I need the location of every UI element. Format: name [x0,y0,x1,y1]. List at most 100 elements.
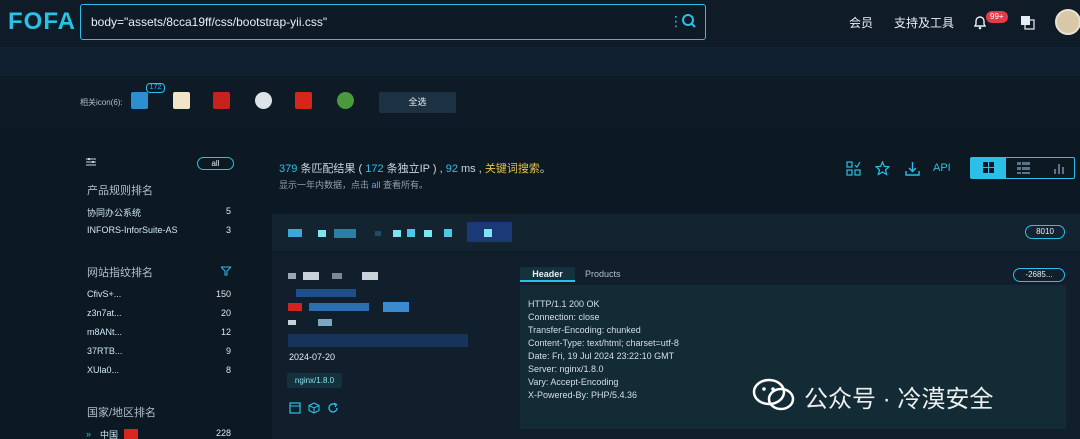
sidebar-product-count: 3 [225,225,231,235]
favicon-6-icon[interactable] [337,92,354,109]
summary-note: 显示一年内数据，点击 all 查看所有。 [279,178,428,191]
search-icon[interactable] [681,13,697,29]
redacted-block [393,230,401,237]
sidebar-fingerprint-item[interactable]: 37RTB... [87,346,122,356]
result-date: 2024-07-20 [289,352,336,362]
port-badge[interactable]: 8010 [1025,225,1065,239]
response-line: Date: Fri, 19 Jul 2024 23:22:10 GMT [528,351,675,361]
keyword-search-link[interactable]: 关键词搜索 [485,163,540,175]
favicon-2-icon[interactable] [173,92,190,109]
tab-products[interactable]: Products [585,269,621,279]
favicon-3-icon[interactable] [213,92,230,109]
sidebar-fingerprint-item[interactable]: XUla0... [87,365,119,375]
redacted-block [288,273,296,279]
more-vertical-icon[interactable]: ⋮ [669,14,683,28]
server-tag[interactable]: nginx/1.8.0 [287,373,342,388]
redacted-block [407,229,415,237]
redacted-block [318,319,332,326]
summary-note-text: 显示一年内数据，点击 [279,180,372,190]
watermark-text: 公众号 · 冷漠安全 [804,386,994,413]
sidebar-fingerprint-count: 150 [215,289,231,299]
sidebar-product-count: 5 [225,206,231,216]
sidebar-fingerprint-item[interactable]: m8ANt... [87,327,122,337]
redacted-block [332,273,342,279]
star-icon[interactable] [875,161,890,176]
bar-chart-icon [1054,164,1064,174]
redacted-block [303,272,319,280]
list-view-button[interactable] [1006,158,1041,178]
redacted-block [288,229,302,237]
search-box[interactable]: body="assets/8cca19ff/css/bootstrap-yii.… [80,4,706,40]
web-icon[interactable] [289,402,301,414]
sidebar-country-count: 228 [215,428,231,438]
cube-icon[interactable] [308,402,320,414]
response-line: Server: nginx/1.8.0 [528,364,604,374]
sidebar-product-item[interactable]: INFORS-InforSuite-AS [87,225,178,235]
china-flag-icon [124,429,138,439]
favicon-1-icon[interactable] [131,92,148,109]
redacted-block [318,230,326,237]
summary-text: 条独立IP ) , [383,163,446,175]
sidebar-fingerprint-item[interactable]: z3n7at... [87,308,122,318]
sidebar-country-item[interactable]: 中国 [100,428,118,439]
summary-text: ms , [457,163,485,175]
redacted-block [334,229,356,238]
favicon-5-icon[interactable] [295,92,312,109]
notification-badge: 99+ [986,11,1008,23]
redacted-block [296,289,356,297]
show-all-link[interactable]: all [372,180,381,190]
sidebar-product-item[interactable]: 协同办公系统 [87,206,141,219]
ip-count: 172 [365,163,384,175]
user-avatar[interactable] [1055,9,1080,35]
sliders-icon[interactable] [86,157,96,167]
icon-hash-badge[interactable]: -2685... [1013,268,1065,282]
sidebar-fingerprint-count: 9 [225,346,231,356]
redacted-block [424,230,432,237]
redacted-block [288,303,302,311]
view-toggle-group [970,157,1075,179]
list-icon [1017,162,1030,174]
country-ranking-title: 国家/地区排名 [87,407,157,419]
redacted-block [309,303,369,311]
all-data-button[interactable]: all [197,157,234,170]
response-line: X-Powered-By: PHP/5.4.36 [528,390,638,400]
sidebar-fingerprint-count: 20 [220,308,231,318]
tab-header[interactable]: Header [520,267,575,282]
favicon-4-icon[interactable] [255,92,272,109]
translate-icon[interactable] [1020,15,1035,30]
fields-icon[interactable] [846,161,861,176]
result-count: 379 [279,163,298,175]
response-line: Content-Type: text/html; charset=utf-8 [528,338,679,348]
favicon-count-badge: 172 [146,83,165,93]
sidebar-fingerprint-count: 12 [220,327,231,337]
redacted-block [362,272,378,280]
wechat-icon [752,378,795,411]
redacted-block [375,231,381,236]
fingerprint-ranking-title: 网站指纹排名 [87,267,153,279]
redacted-block [288,320,296,325]
grid-icon [983,162,994,173]
grid-view-button[interactable] [971,158,1006,178]
stats-view-button[interactable] [1041,158,1076,178]
sidebar-fingerprint-count: 8 [225,365,231,375]
search-input[interactable]: body="assets/8cca19ff/css/bootstrap-yii.… [91,15,327,29]
funnel-icon[interactable] [221,266,231,276]
refresh-icon[interactable] [327,402,339,414]
response-line: Transfer-Encoding: chunked [528,325,641,335]
download-icon[interactable] [905,161,920,176]
nav-support-tools[interactable]: 支持及工具 [894,14,954,31]
chevron-right-icon[interactable]: » [86,429,91,439]
product-ranking-title: 产品规则排名 [87,185,153,197]
response-line: HTTP/1.1 200 OK [528,299,600,309]
fofa-logo[interactable]: FOFA [8,8,76,36]
redacted-block [288,334,468,347]
summary-text: 条匹配结果 ( [297,163,366,175]
nav-member[interactable]: 会员 [849,14,873,31]
response-line: Vary: Accept-Encoding [528,377,619,387]
select-all-button[interactable]: 全选 [379,92,456,113]
result-summary: 379 条匹配结果 ( 172 条独立IP ) , 92 ms , 关键词搜索。 [279,160,551,176]
api-link[interactable]: API [933,162,951,174]
sidebar-fingerprint-item[interactable]: CfivS+... [87,289,121,299]
query-time: 92 [445,163,458,175]
banner-strip [0,47,1080,76]
